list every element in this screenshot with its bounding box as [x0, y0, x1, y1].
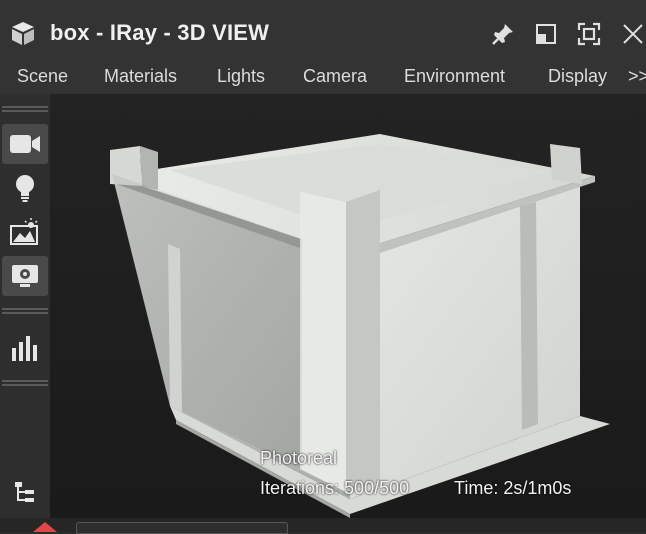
- pin-icon[interactable]: [490, 21, 516, 47]
- iterations-readout: Iterations: 500/500: [260, 478, 410, 498]
- restore-icon[interactable]: [533, 21, 559, 47]
- cube-icon: [12, 22, 34, 45]
- sidebar-divider: [2, 308, 48, 316]
- menu-bar: Scene Materials Lights Camera Environmen…: [0, 60, 646, 94]
- lights-button[interactable]: [2, 168, 48, 208]
- rendered-box-model: [50, 94, 646, 518]
- time-readout: Time: 2s/1m0s: [454, 478, 572, 498]
- render-mode-label: Photoreal: [260, 448, 338, 468]
- scene-tree-icon: [15, 482, 34, 502]
- menu-camera[interactable]: Camera: [303, 66, 367, 87]
- menu-scene[interactable]: Scene: [17, 66, 68, 87]
- tool-sidebar: [0, 94, 50, 532]
- bottom-tab[interactable]: [76, 522, 288, 534]
- camera-icon: [10, 135, 40, 153]
- sidebar-divider-2: [2, 380, 48, 388]
- close-icon[interactable]: [620, 21, 646, 47]
- material-gem-icon: [33, 522, 57, 532]
- menu-environment[interactable]: Environment: [404, 66, 505, 87]
- menu-lights[interactable]: Lights: [217, 66, 265, 87]
- title-bar: box - IRay - 3D VIEW: [0, 0, 646, 60]
- histogram-icon: [12, 336, 37, 361]
- fullscreen-icon[interactable]: [576, 21, 602, 47]
- display-settings-icon: [12, 265, 38, 287]
- scene-tree-button[interactable]: [2, 472, 48, 512]
- camera-button[interactable]: [2, 124, 48, 164]
- render-viewport[interactable]: Photoreal Iterations: 500/500 Time: 2s/1…: [50, 94, 646, 518]
- environment-image-icon: [10, 218, 38, 245]
- window-title: box - IRay - 3D VIEW: [50, 20, 270, 45]
- menu-materials[interactable]: Materials: [104, 66, 177, 87]
- sidebar-grip[interactable]: [2, 106, 48, 114]
- lightbulb-icon: [16, 175, 34, 202]
- histogram-button[interactable]: [2, 328, 48, 368]
- menu-overflow-button[interactable]: >>: [628, 66, 646, 87]
- display-settings-button[interactable]: [2, 256, 48, 296]
- menu-display[interactable]: Display: [548, 66, 607, 87]
- environment-button[interactable]: [2, 212, 48, 252]
